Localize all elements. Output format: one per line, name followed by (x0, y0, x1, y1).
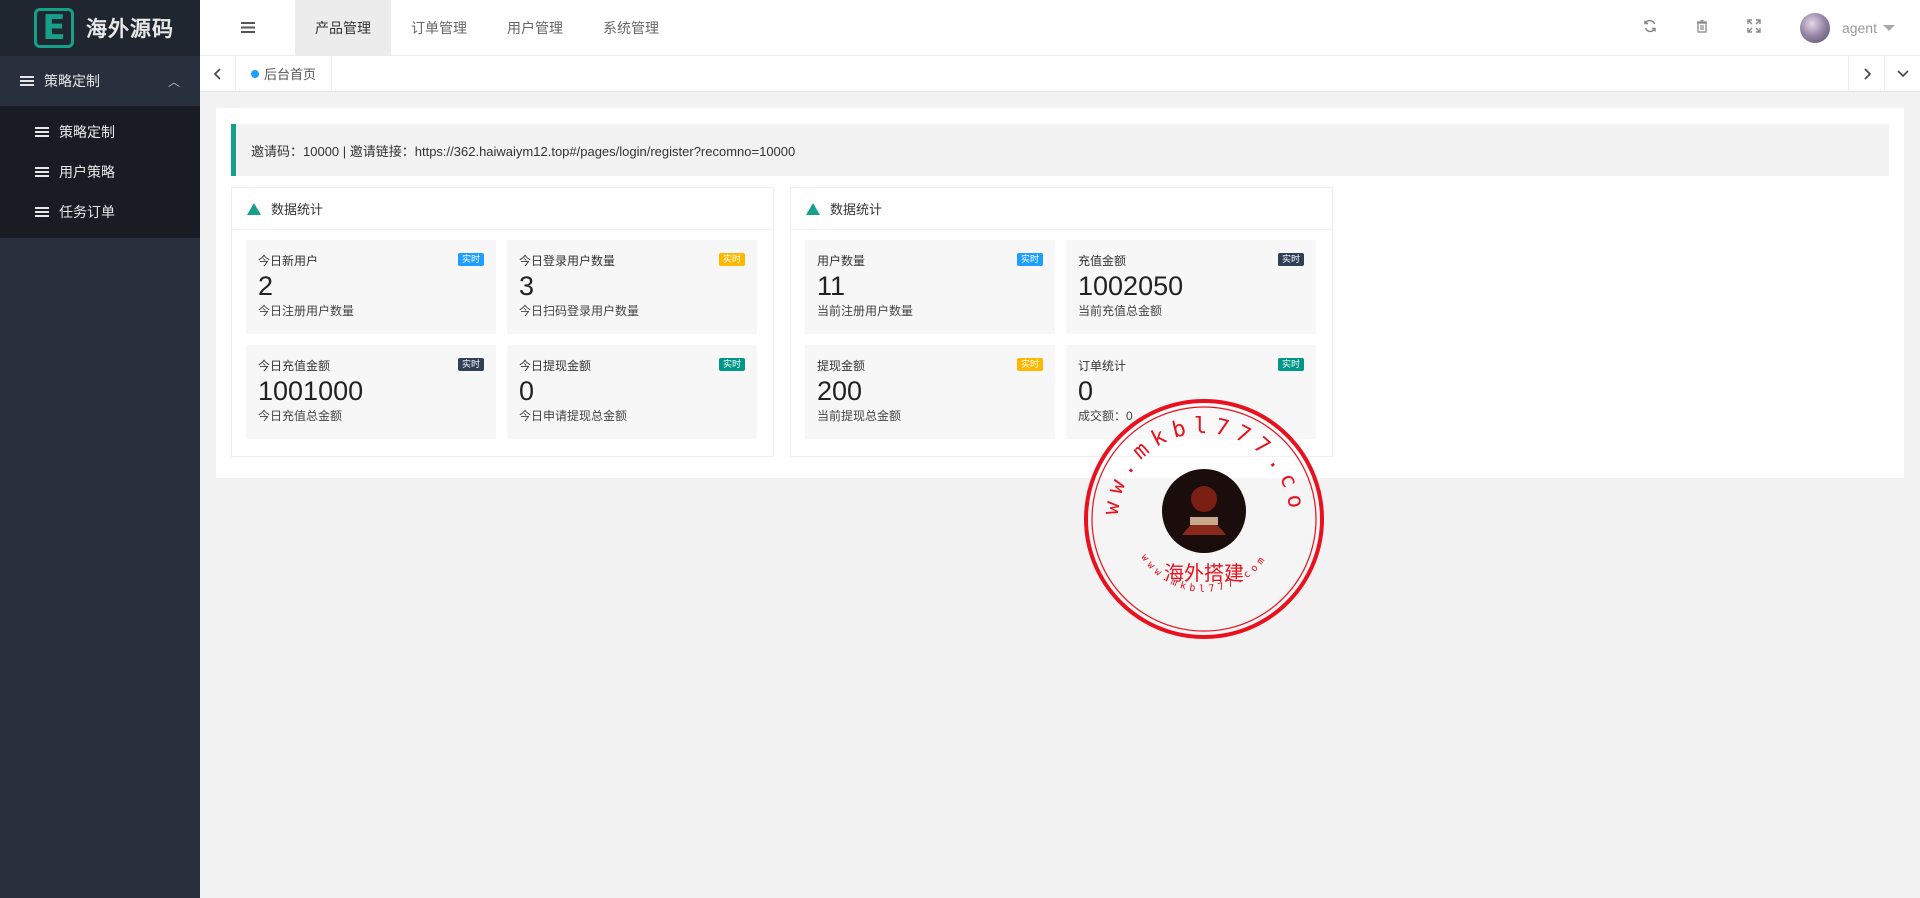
realtime-badge: 实时 (1016, 358, 1043, 371)
warning-icon (806, 202, 820, 215)
stat-label: 提现金额 (817, 359, 866, 373)
top-nav: 产品管理 订单管理 用户管理 系统管理 (295, 0, 679, 56)
stat-label: 订单统计 (1078, 359, 1127, 373)
stat-description: 今日充值总金额 (258, 409, 343, 423)
realtime-badge: 实时 (457, 358, 484, 371)
stat-card: 提现金额 200 当前提现总金额 实时 (805, 345, 1055, 439)
sidebar-toggle-button[interactable] (200, 0, 295, 56)
stat-card: 用户数量 11 当前注册用户数量 实时 (805, 240, 1055, 334)
tabs-controls (1848, 55, 1920, 92)
fullscreen-icon[interactable] (1728, 18, 1780, 37)
stat-value: 3 (519, 271, 535, 301)
panel-title: 数据统计 (271, 202, 324, 217)
realtime-badge: 实时 (457, 253, 484, 266)
sidebar-group-label: 策略定制 (44, 73, 100, 89)
stat-label: 今日充值金额 (258, 359, 331, 373)
panel-header: 数据统计 (791, 188, 1332, 230)
chevron-left-icon (213, 67, 221, 80)
stat-value: 2 (258, 271, 274, 301)
tabs-menu-button[interactable] (1884, 55, 1920, 92)
stat-value: 11 (817, 271, 846, 301)
tabs-bar: 后台首页 (200, 55, 1920, 92)
warning-icon (247, 202, 261, 215)
realtime-badge: 实时 (1277, 358, 1304, 371)
logo-text: 海外源码 (86, 18, 174, 41)
list-icon (20, 76, 34, 86)
nav-system-management[interactable]: 系统管理 (583, 0, 679, 56)
sidebar-item-label: 用户策略 (59, 164, 115, 180)
stat-label: 充值金额 (1078, 254, 1127, 268)
stat-card: 今日新用户 2 今日注册用户数量 实时 (246, 240, 496, 334)
nav-product-management[interactable]: 产品管理 (295, 0, 391, 56)
sidebar-item-label: 任务订单 (59, 204, 115, 220)
realtime-badge: 实时 (718, 253, 745, 266)
stat-card: 今日登录用户数量 3 今日扫码登录用户数量 实时 (507, 240, 757, 334)
username[interactable]: agent (1842, 20, 1877, 36)
nav-user-management[interactable]: 用户管理 (487, 0, 583, 56)
list-icon (35, 207, 49, 217)
invite-notice: 邀请码：10000 | 邀请链接：https://362.haiwaiym12.… (231, 124, 1889, 176)
menu-fold-icon (240, 22, 255, 33)
stat-card: 充值金额 1002050 当前充值总金额 实时 (1066, 240, 1316, 334)
chevron-right-icon (1863, 67, 1871, 80)
stat-description: 今日申请提现总金额 (519, 409, 628, 423)
tabs-scroll-right-button[interactable] (1848, 55, 1884, 92)
list-icon (35, 127, 49, 137)
chevron-up-icon: ︿ (167, 74, 180, 89)
avatar[interactable] (1799, 12, 1830, 43)
watermark-stamp: www.mkbl777.com www.mkbl777.com 海外搭建 (1080, 395, 1324, 639)
refresh-icon[interactable] (1624, 19, 1676, 37)
sidebar-item-strategy-custom[interactable]: 策略定制 (0, 112, 200, 152)
stat-card: 今日提现金额 0 今日申请提现总金额 实时 (507, 345, 757, 439)
realtime-badge: 实时 (718, 358, 745, 371)
stat-value: 1001000 (258, 376, 364, 406)
logo[interactable]: E 海外源码 (0, 0, 200, 56)
trash-icon[interactable] (1676, 19, 1728, 37)
realtime-badge: 实时 (1016, 253, 1043, 266)
sidebar-submenu: 策略定制 用户策略 任务订单 (0, 106, 200, 238)
panel-header: 数据统计 (232, 188, 773, 230)
realtime-badge: 实时 (1277, 253, 1304, 266)
panel-title: 数据统计 (830, 202, 883, 217)
tab-home[interactable]: 后台首页 (236, 55, 333, 92)
stat-description: 当前提现总金额 (817, 409, 902, 423)
stat-label: 用户数量 (817, 254, 866, 268)
stat-card: 今日充值金额 1001000 今日充值总金额 实时 (246, 345, 496, 439)
watermark-center-text: 海外搭建 (1164, 561, 1244, 585)
stat-label: 今日提现金额 (519, 359, 592, 373)
stat-description: 今日扫码登录用户数量 (519, 304, 640, 318)
stat-value: 0 (519, 376, 535, 406)
logo-mark: E (34, 8, 74, 48)
sidebar-item-task-orders[interactable]: 任务订单 (0, 192, 200, 232)
stats-panel: 数据统计 今日新用户 2 今日注册用户数量 实时 今日登录用户数量 3 今日扫码… (231, 187, 774, 457)
stat-description: 当前注册用户数量 (817, 304, 914, 318)
stat-value: 1002050 (1078, 271, 1184, 301)
header-actions: agent (1624, 0, 1920, 56)
caret-down-icon[interactable] (1883, 24, 1895, 31)
stat-value: 200 (817, 376, 863, 406)
nav-order-management[interactable]: 订单管理 (391, 0, 487, 56)
sidebar-group-strategy[interactable]: 策略定制 ︿ (0, 56, 200, 106)
stat-label: 今日新用户 (258, 254, 319, 268)
chevron-down-icon (1896, 69, 1909, 77)
stat-label: 今日登录用户数量 (519, 254, 616, 268)
tab-dot-icon (251, 69, 259, 78)
sidebar: E 海外源码 策略定制 ︿ 策略定制 用户策略 任务订单 (0, 0, 200, 898)
tab-home-label: 后台首页 (264, 67, 317, 82)
sidebar-item-label: 策略定制 (59, 124, 115, 140)
list-icon (35, 167, 49, 177)
top-header: 产品管理 订单管理 用户管理 系统管理 agent (200, 0, 1920, 56)
main-content: 邀请码：10000 | 邀请链接：https://362.haiwaiym12.… (216, 108, 1904, 478)
stats-panels: 数据统计 今日新用户 2 今日注册用户数量 实时 今日登录用户数量 3 今日扫码… (231, 187, 1889, 457)
stat-description: 当前充值总金额 (1078, 304, 1163, 318)
stat-description: 今日注册用户数量 (258, 304, 355, 318)
sidebar-item-user-strategy[interactable]: 用户策略 (0, 152, 200, 192)
tabs-scroll-left-button[interactable] (200, 55, 236, 92)
